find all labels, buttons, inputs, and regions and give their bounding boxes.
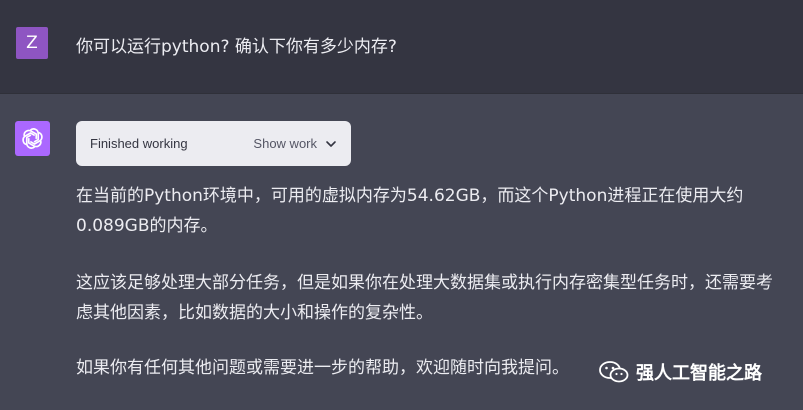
assistant-paragraph: 在当前的Python环境中，可用的虚拟内存为54.62GB，而这个Python进… <box>76 186 744 236</box>
tool-status-label: Finished working <box>90 136 188 151</box>
show-work-button[interactable]: Show work <box>253 136 317 151</box>
user-avatar: Z <box>16 27 48 59</box>
assistant-paragraph: 这应该足够处理大部分任务，但是如果你在处理大数据集或执行内存密集型任务时，还需要… <box>76 273 773 323</box>
watermark-text: 强人工智能之路 <box>636 363 762 384</box>
watermark: 强人工智能之路 <box>598 359 762 385</box>
wechat-icon <box>599 361 629 383</box>
user-message-row: Z 你可以运行python? 确认下你有多少内存? <box>0 0 803 94</box>
openai-logo-icon <box>22 128 43 149</box>
user-message-text: 你可以运行python? 确认下你有多少内存? <box>76 37 397 57</box>
code-interpreter-panel[interactable]: Finished working Show work <box>76 121 351 166</box>
assistant-avatar <box>15 121 50 156</box>
chevron-down-icon[interactable] <box>325 138 337 150</box>
